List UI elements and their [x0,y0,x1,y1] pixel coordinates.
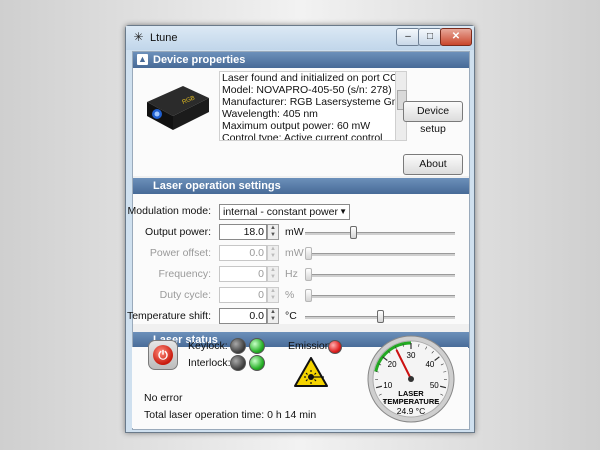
frequency-slider-thumb[interactable] [305,268,312,281]
device-info-box[interactable]: Laser found and initialized on port COM2… [219,71,397,141]
laser-warning-icon [294,357,328,387]
laser-settings-header: Laser operation settings [133,178,469,194]
info-line: Model: NOVAPRO-405-50 (s/n: 278) [222,84,392,96]
info-line: Wavelength: 405 nm [222,108,318,120]
app-icon: ✳ [133,30,144,44]
keylock-led-off [230,338,246,354]
power-offset-slider-thumb[interactable] [305,247,312,260]
frequency-unit: Hz [285,268,298,280]
app-window: ✳ Ltune – □ ✕ ▲ Device properties RGB La… [125,25,475,433]
frequency-stepper[interactable]: ▲ ▼ [267,266,279,282]
info-line: Manufacturer: RGB Lasersysteme GmbH [222,96,397,108]
output-power-stepper[interactable]: ▲ ▼ [267,224,279,240]
gauge-tick-label: 50 [430,381,439,390]
gauge-value-readout: 24.9 °C [397,406,425,416]
gauge-tick-label: 20 [388,360,397,369]
power-button[interactable]: ⏻ [148,340,178,370]
emission-led [328,340,342,354]
frequency-slider-track[interactable] [305,274,455,277]
frequency-label: Frequency: [158,268,211,280]
temperature-shift-input[interactable]: 0.0 [219,308,267,324]
power-offset-stepper[interactable]: ▲ ▼ [267,245,279,261]
output-power-slider-thumb[interactable] [349,226,357,239]
chevron-down-icon: ▼ [339,207,347,216]
gauge-label-line2: TEMPERATURE [383,397,440,406]
laser-status-content: ⏻ Keylock: Interlock: Emission: No error [132,335,468,428]
title-bar[interactable]: ✳ Ltune – □ ✕ [126,26,474,50]
device-properties-header: ▲ Device properties [133,52,469,68]
info-line: Control type: Active current control [222,132,383,141]
device-properties-title: Device properties [153,54,246,66]
keylock-led-on [249,338,265,354]
duty-cycle-label: Duty cycle: [159,289,211,301]
power-offset-input[interactable]: 0.0 [219,245,267,261]
operation-time: Total laser operation time: 0 h 14 min [144,409,317,421]
modulation-mode-label: Modulation mode: [127,205,211,217]
error-status: No error [144,392,183,404]
interlock-led-on [249,355,265,371]
gauge-tick-label: 40 [425,360,434,369]
keylock-label: Keylock: [188,340,228,352]
modulation-mode-value: internal - constant power [223,206,338,218]
maximize-button[interactable]: □ [418,28,442,46]
modulation-mode-select[interactable]: internal - constant power ▼ [219,204,350,220]
emission-label: Emission: [288,340,334,352]
duty-cycle-slider-thumb[interactable] [305,289,312,302]
close-button[interactable]: ✕ [440,28,472,46]
interlock-label: Interlock: [188,357,231,369]
power-offset-slider-track[interactable] [305,253,455,256]
temperature-shift-stepper[interactable]: ▲ ▼ [267,308,279,324]
gauge-hub [408,376,414,382]
about-button[interactable]: About [403,154,463,175]
device-properties-panel: RGB Laser found and initialized on port … [133,68,469,176]
device-setup-button[interactable]: Device setup [403,101,463,135]
duty-cycle-unit: % [285,289,295,301]
info-line: Laser found and initialized on port COM2… [222,72,397,84]
gauge-tick-label: 10 [383,381,392,390]
power-offset-unit: mW [285,247,304,259]
laser-settings-panel: Modulation mode: internal - constant pow… [127,194,469,324]
temperature-shift-slider-thumb[interactable] [377,310,384,323]
duty-cycle-slider-track[interactable] [305,295,455,298]
power-icon: ⏻ [153,345,173,365]
laser-device-image: RGB [147,86,209,130]
window-title: Ltune [150,32,178,44]
duty-cycle-input[interactable]: 0 [219,287,267,303]
temperature-shift-label: Temperature shift: [126,310,211,322]
output-power-input[interactable]: 18.0 [219,224,267,240]
laser-temperature-gauge: 10 20 30 40 50 LASER TEMPERATURE 24.9 °C [367,335,455,423]
output-power-unit: mW [285,226,304,238]
output-power-slider-track[interactable] [305,232,455,235]
output-power-label: Output power: [145,226,211,238]
minimize-button[interactable]: – [396,28,420,46]
temperature-shift-unit: °C [285,310,297,322]
collapse-icon[interactable]: ▲ [137,54,148,65]
frequency-input[interactable]: 0 [219,266,267,282]
duty-cycle-stepper[interactable]: ▲ ▼ [267,287,279,303]
laser-settings-title: Laser operation settings [153,180,281,192]
gauge-tick-label: 30 [407,351,416,360]
info-line: Maximum output power: 60 mW [222,120,371,132]
power-offset-label: Power offset: [149,247,211,259]
interlock-led-off [230,355,246,371]
